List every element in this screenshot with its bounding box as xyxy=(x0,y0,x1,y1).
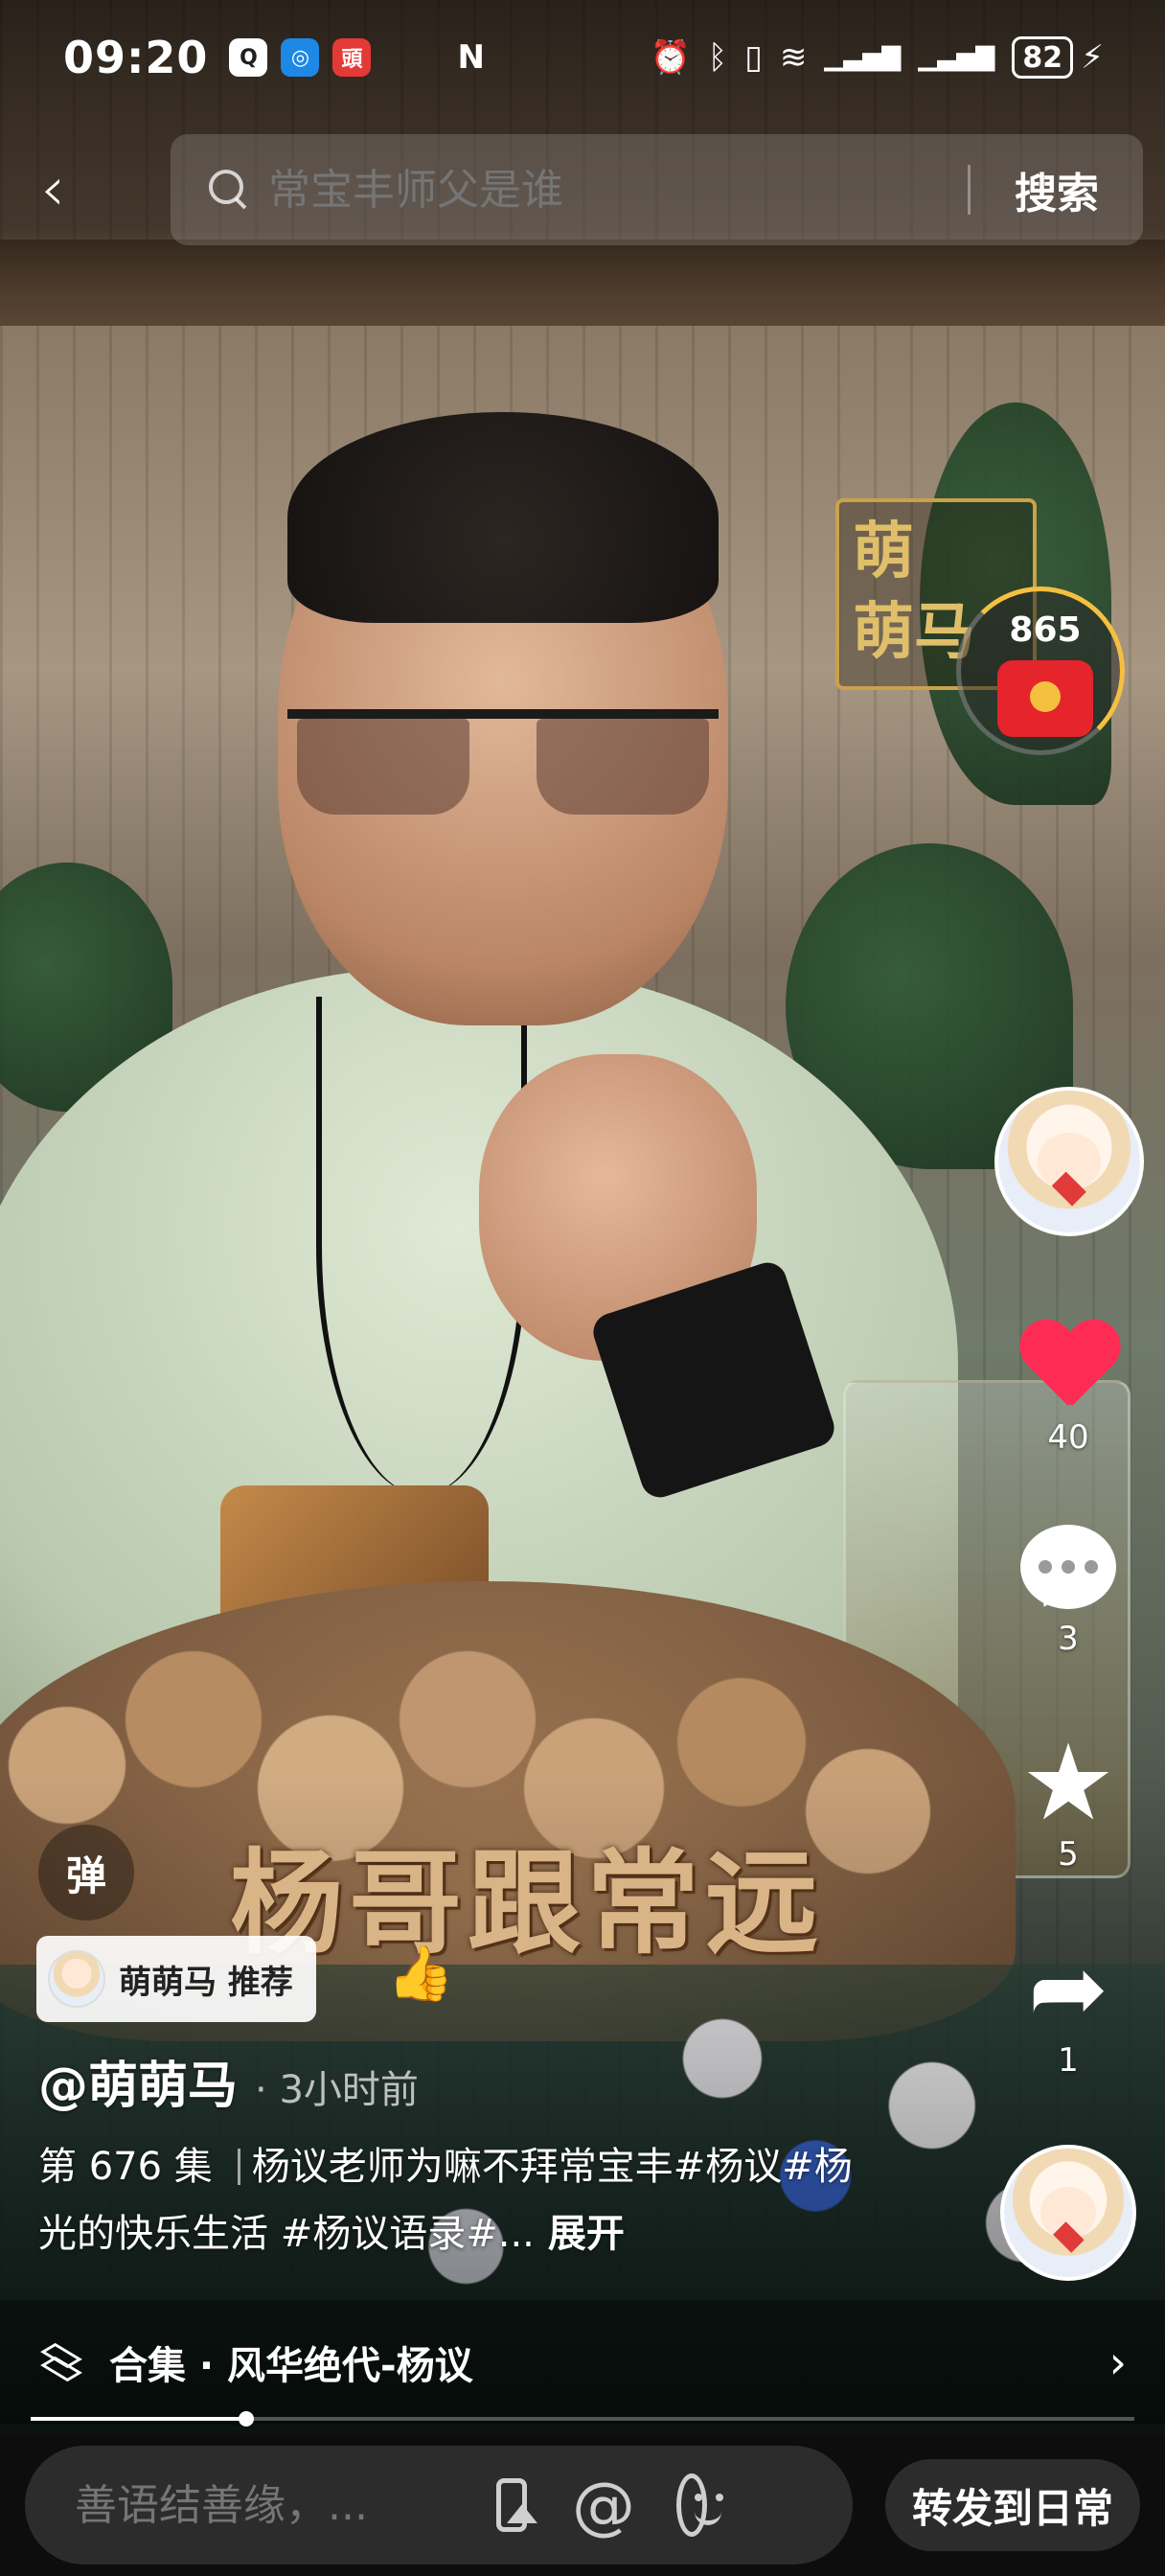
share-button[interactable]: ➦ 1 xyxy=(996,1932,1140,2081)
red-packet-widget[interactable]: 865 xyxy=(956,586,1125,755)
battery-indicator: 82 ⚡ xyxy=(1012,36,1104,79)
person-hair xyxy=(287,412,719,623)
charging-icon: ⚡ xyxy=(1081,38,1104,77)
video-caption: 杨哥跟常远 xyxy=(230,1837,825,1969)
alarm-icon: ⏰ xyxy=(650,38,691,77)
author-avatar[interactable] xyxy=(994,1087,1144,1236)
like-button[interactable]: 40 xyxy=(996,1313,1140,1457)
status-bar: 09:20 Q ◎ 頭 N ⏰ ᛒ ▯ ≋ ▁▃▅▇ ▁▃▅▇ 82 ⚡ xyxy=(0,0,1165,115)
emoji-button[interactable] xyxy=(638,2471,721,2540)
post-time: · 3小时前 xyxy=(255,2068,419,2112)
expand-link[interactable]: 展开 xyxy=(548,2212,625,2256)
red-packet-icon xyxy=(997,660,1093,737)
battery-level: 82 xyxy=(1012,36,1074,79)
chevron-right-icon: › xyxy=(1108,2336,1127,2388)
video-progress-bar[interactable] xyxy=(31,2411,1134,2426)
episode-separator xyxy=(237,2149,240,2185)
like-count: 40 xyxy=(1047,1418,1089,1457)
favorite-button[interactable]: ★ 5 xyxy=(996,1730,1140,1874)
video-description[interactable]: 第 676 集杨议老师为嘛不拜常宝丰#杨议#杨光的快乐生活 #杨议语录#... 展… xyxy=(38,2133,881,2267)
collection-bar[interactable]: 合集 · 风华绝代-杨议 › xyxy=(0,2300,1165,2425)
bluetooth-icon: ᛒ xyxy=(707,38,728,77)
person-glasses xyxy=(287,709,719,815)
share-icon: ➦ xyxy=(1028,1932,1108,2044)
star-icon: ★ xyxy=(1020,1721,1116,1844)
status-icons: ⏰ ᛒ ▯ ≋ ▁▃▅▇ ▁▃▅▇ 82 ⚡ xyxy=(650,36,1104,79)
progress-fill xyxy=(31,2417,246,2421)
search-box[interactable]: 搜索 xyxy=(171,134,1143,245)
nfc-icon: N xyxy=(457,38,485,77)
wifi-icon: ≋ xyxy=(779,38,808,77)
comment-count: 3 xyxy=(1058,1620,1079,1658)
danmu-toggle[interactable]: 弹 xyxy=(38,1825,134,1920)
progress-knob[interactable] xyxy=(238,2411,254,2426)
emoji-icon xyxy=(676,2473,721,2537)
status-time: 09:20 xyxy=(63,32,209,83)
qq-icon: Q xyxy=(229,38,268,77)
comment-button[interactable]: 3 xyxy=(996,1514,1140,1658)
share-count: 1 xyxy=(1058,2041,1079,2080)
comment-input-wrap[interactable]: @ xyxy=(25,2446,853,2564)
search-button[interactable]: 搜索 xyxy=(971,159,1143,220)
image-icon xyxy=(496,2478,537,2532)
thumbs-up-icon[interactable]: 👍 xyxy=(387,1942,454,2005)
signal-icon: ▁▃▅▇ xyxy=(918,43,995,72)
search-header: ‹ 搜索 xyxy=(0,134,1165,245)
news-icon: 頭 xyxy=(332,38,372,77)
music-disc-avatar[interactable] xyxy=(1000,2145,1136,2281)
episode-label: 第 676 集 xyxy=(38,2145,213,2189)
browser-icon: ◎ xyxy=(281,38,320,77)
forward-to-daily-button[interactable]: 转发到日常 xyxy=(885,2459,1140,2551)
comment-bar: @ 转发到日常 xyxy=(0,2434,1165,2576)
vibrate-icon: ▯ xyxy=(744,38,763,77)
red-packet-count: 865 xyxy=(1009,610,1082,650)
collection-label: 合集 · 风华绝代-杨议 xyxy=(109,2344,473,2388)
layers-icon xyxy=(38,2339,84,2385)
search-input[interactable] xyxy=(268,165,939,215)
signal-icon: ▁▃▅▇ xyxy=(824,43,902,72)
back-button[interactable]: ‹ xyxy=(0,134,105,245)
comment-icon xyxy=(1020,1525,1116,1609)
mention-button[interactable]: @ xyxy=(569,2469,638,2542)
recommend-text: 萌萌马 推荐 xyxy=(119,1963,293,2002)
notification-apps: Q ◎ 頭 xyxy=(229,38,372,77)
favorite-count: 5 xyxy=(1058,1835,1079,1874)
author-name[interactable]: @萌萌马 xyxy=(38,2045,238,2117)
search-icon xyxy=(209,170,249,210)
recommender-avatar xyxy=(48,1950,105,2008)
image-button[interactable] xyxy=(458,2471,537,2540)
author-line: @萌萌马 · 3小时前 xyxy=(38,2045,419,2117)
heart-icon xyxy=(1018,1322,1118,1410)
comment-input[interactable] xyxy=(75,2480,458,2530)
recommend-chip[interactable]: 萌萌马 推荐 xyxy=(36,1936,316,2022)
